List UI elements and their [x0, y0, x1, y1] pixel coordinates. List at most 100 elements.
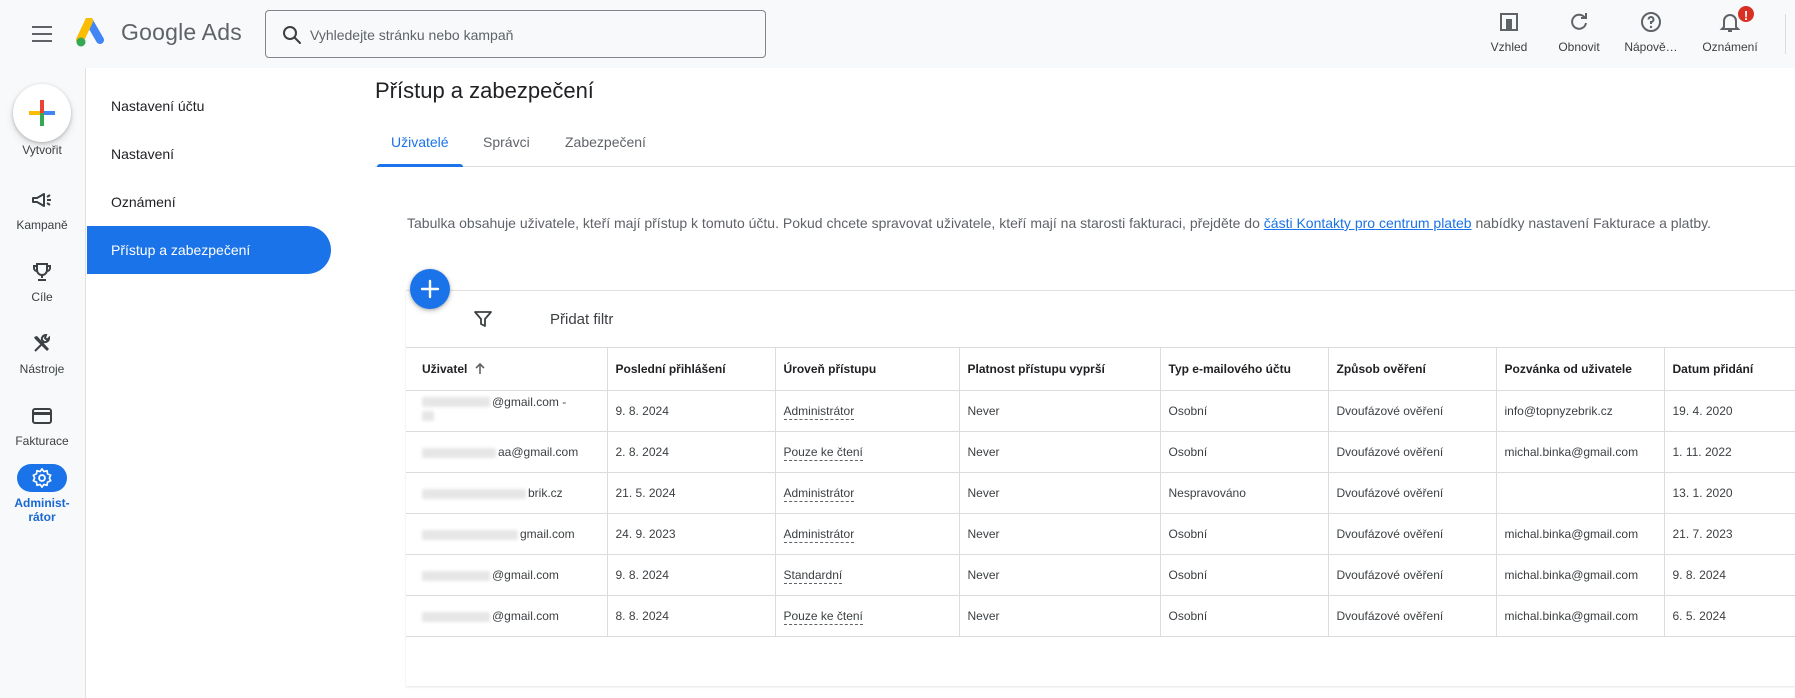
- main-menu-button[interactable]: [24, 20, 60, 48]
- verification-cell: Dvoufázové ověření: [1328, 513, 1497, 555]
- rail-item-billing[interactable]: Fakturace: [0, 404, 84, 464]
- column-header-invited-by[interactable]: Pozvánka od uživatele: [1496, 347, 1665, 391]
- redacted-text: [422, 488, 526, 499]
- redacted-text: [422, 529, 518, 540]
- rail-item-tools[interactable]: Nástroje: [0, 332, 84, 392]
- add-user-button[interactable]: [410, 269, 450, 309]
- email-type-cell: Nespravováno: [1160, 472, 1329, 514]
- table-row[interactable]: @gmail.com 9. 8. 2024 Standardní Never O…: [406, 554, 1795, 596]
- refresh-button[interactable]: Obnovit: [1555, 8, 1603, 60]
- column-header-access-expires[interactable]: Platnost přístupu vyprší: [959, 347, 1161, 391]
- user-cell: gmail.com: [406, 513, 608, 555]
- user-cell: @gmail.com - Ty: [406, 390, 608, 432]
- notifications-button[interactable]: ! Oznámení: [1700, 4, 1760, 60]
- subnav-item-access-security[interactable]: Přístup a zabezpečení: [87, 226, 331, 274]
- rail-item-campaigns[interactable]: Kampaně: [0, 188, 84, 248]
- column-header-user[interactable]: Uživatel: [406, 347, 608, 391]
- tab-managers[interactable]: Správci: [467, 118, 546, 166]
- help-label: Nápově…: [1624, 40, 1678, 54]
- rail-item-admin[interactable]: Administ- rátor: [0, 464, 84, 524]
- invited-by-cell: michal.binka@gmail.com: [1496, 431, 1665, 473]
- appearance-button[interactable]: Vzhled: [1487, 8, 1531, 60]
- last-login-cell: 9. 8. 2024: [607, 554, 776, 596]
- rail-item-goals[interactable]: Cíle: [0, 260, 84, 320]
- date-added-cell: 9. 8. 2024: [1664, 554, 1795, 596]
- access-level-dropdown[interactable]: Administrátor: [783, 527, 855, 543]
- subnav-item-settings[interactable]: Nastavení: [87, 130, 331, 178]
- header-divider: [1785, 14, 1786, 54]
- description-before: Tabulka obsahuje uživatele, kteří mají p…: [407, 215, 1264, 231]
- subnav-item-account-settings[interactable]: Nastavení účtu: [87, 82, 331, 130]
- rail-item-label: Nástroje: [19, 362, 65, 376]
- column-header-date-added[interactable]: Datum přidání: [1664, 347, 1795, 391]
- redacted-text: [422, 611, 490, 622]
- access-level-dropdown[interactable]: Standardní: [783, 568, 843, 584]
- subnav-item-notifications[interactable]: Oznámení: [87, 178, 331, 226]
- rail-item-label: Administ- rátor: [14, 496, 70, 524]
- invited-by-cell: [1496, 472, 1665, 514]
- tools-icon: [34, 334, 50, 352]
- payments-contacts-link[interactable]: části Kontakty pro centrum plateb: [1264, 215, 1472, 231]
- user-cell: @gmail.com: [406, 554, 608, 596]
- access-level-cell: Administrátor: [775, 390, 960, 432]
- user-email: brik.cz: [528, 486, 563, 500]
- refresh-icon: [1571, 13, 1587, 30]
- expires-cell: Never: [959, 595, 1161, 637]
- table-row[interactable]: @gmail.com 8. 8. 2024 Pouze ke čtení Nev…: [406, 595, 1795, 637]
- table-row[interactable]: gmail.com 24. 9. 2023 Administrátor Neve…: [406, 513, 1795, 555]
- column-header-label: Uživatel: [422, 361, 468, 376]
- tab-security[interactable]: Zabezpečení: [549, 118, 662, 166]
- access-level-cell: Administrátor: [775, 513, 960, 555]
- search-box[interactable]: [265, 10, 766, 58]
- google-ads-logo: [76, 18, 104, 47]
- tab-label: Zabezpečení: [565, 134, 646, 150]
- sort-ascending-icon[interactable]: [473, 362, 487, 376]
- table-row[interactable]: @gmail.com - Ty 9. 8. 2024 Administrátor …: [406, 390, 1795, 432]
- access-level-dropdown[interactable]: Administrátor: [783, 486, 855, 502]
- megaphone-icon: [32, 193, 51, 207]
- access-level-dropdown[interactable]: Pouze ke čtení: [783, 445, 863, 461]
- verification-cell: Dvoufázové ověření: [1328, 431, 1497, 473]
- table-row[interactable]: aa@gmail.com 2. 8. 2024 Pouze ke čtení N…: [406, 431, 1795, 473]
- column-header-last-login[interactable]: Poslední přihlášení: [607, 347, 776, 391]
- trophy-icon: [33, 263, 51, 281]
- access-level-dropdown[interactable]: Pouze ke čtení: [783, 609, 863, 625]
- search-input[interactable]: [310, 23, 750, 47]
- appearance-icon: [1500, 13, 1518, 31]
- column-header-verification[interactable]: Způsob ověření: [1328, 347, 1497, 391]
- tab-users[interactable]: Uživatelé: [375, 118, 465, 167]
- last-login-cell: 2. 8. 2024: [607, 431, 776, 473]
- help-button[interactable]: Nápově…: [1623, 8, 1679, 60]
- column-header-access-level[interactable]: Úroveň přístupu: [775, 347, 960, 391]
- add-filter-button[interactable]: Přidat filtr: [550, 311, 613, 328]
- plus-color-icon: [29, 100, 55, 126]
- access-level-cell: Administrátor: [775, 472, 960, 514]
- description-after: nabídky nastavení Fakturace a platby.: [1471, 215, 1711, 231]
- credit-card-icon: [32, 408, 52, 424]
- create-button[interactable]: [13, 84, 71, 142]
- email-type-cell: Osobní: [1160, 513, 1329, 555]
- last-login-cell: 9. 8. 2024: [607, 390, 776, 432]
- column-header-email-type[interactable]: Typ e-mailového účtu: [1160, 347, 1329, 391]
- filter-icon[interactable]: [473, 309, 493, 329]
- tab-label: Správci: [483, 134, 530, 150]
- notifications-label: Oznámení: [1702, 40, 1758, 54]
- last-login-cell: 24. 9. 2023: [607, 513, 776, 555]
- tab-label: Uživatelé: [391, 134, 449, 150]
- access-level-cell: Standardní: [775, 554, 960, 596]
- date-added-cell: 13. 1. 2020: [1664, 472, 1795, 514]
- invited-by-cell: michal.binka@gmail.com: [1496, 554, 1665, 596]
- invited-by-cell: info@topnyzebrik.cz: [1496, 390, 1665, 432]
- top-app-bar: Google Ads Vzhled Obnovit Nápově…: [0, 0, 1795, 68]
- redacted-text: [422, 570, 490, 581]
- table-row[interactable]: brik.cz 21. 5. 2024 Administrátor Never …: [406, 472, 1795, 514]
- tab-bar: Uživatelé Správci Zabezpečení: [375, 118, 1795, 167]
- expires-cell: Never: [959, 513, 1161, 555]
- email-type-cell: Osobní: [1160, 595, 1329, 637]
- verification-cell: Dvoufázové ověření: [1328, 472, 1497, 514]
- verification-cell: Dvoufázové ověření: [1328, 390, 1497, 432]
- plus-icon: [420, 279, 440, 299]
- access-level-dropdown[interactable]: Administrátor: [783, 404, 855, 420]
- user-you-marker: Ty: [436, 419, 438, 421]
- email-type-cell: Osobní: [1160, 431, 1329, 473]
